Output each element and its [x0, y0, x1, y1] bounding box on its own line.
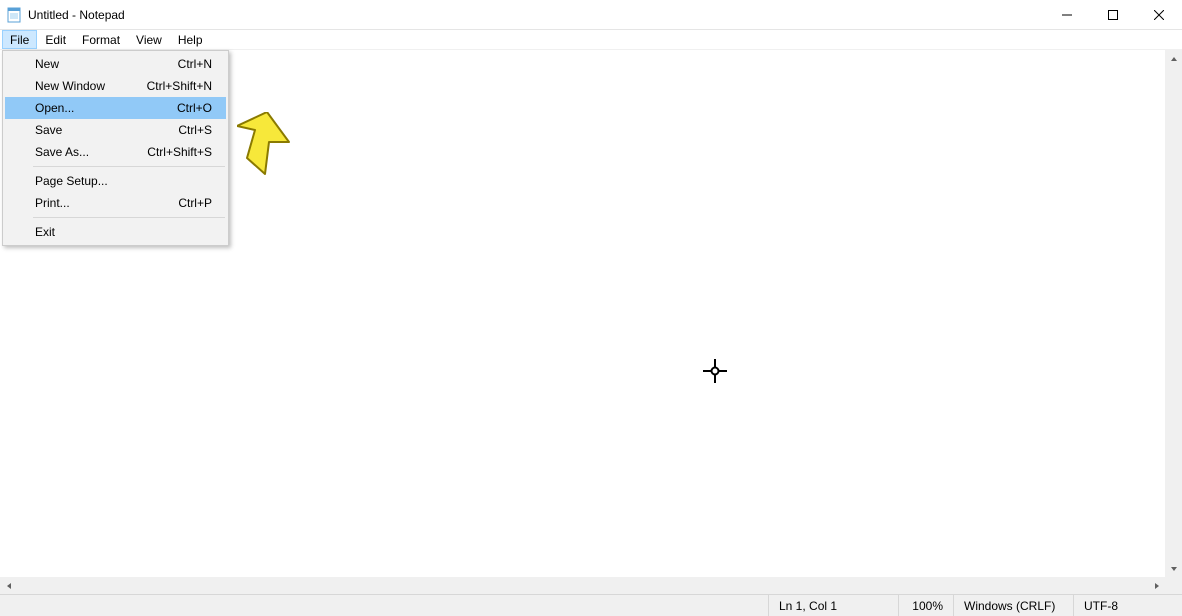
menu-item-new-window[interactable]: New Window Ctrl+Shift+N	[5, 75, 226, 97]
menu-separator	[33, 166, 225, 167]
menu-item-shortcut: Ctrl+Shift+S	[147, 145, 212, 159]
menu-bar: File Edit Format View Help	[0, 30, 1182, 50]
status-encoding: UTF-8	[1074, 595, 1182, 616]
maximize-button[interactable]	[1090, 0, 1136, 29]
status-bar: Ln 1, Col 1 100% Windows (CRLF) UTF-8	[0, 594, 1182, 616]
menu-item-label: Print...	[35, 196, 70, 210]
menu-item-exit[interactable]: Exit	[5, 221, 226, 243]
horizontal-scrollbar[interactable]	[0, 577, 1165, 594]
minimize-button[interactable]	[1044, 0, 1090, 29]
menu-format[interactable]: Format	[74, 30, 128, 49]
scroll-right-arrow-icon[interactable]	[1148, 577, 1165, 594]
scroll-corner	[1165, 577, 1182, 594]
menu-item-label: Open...	[35, 101, 74, 115]
menu-item-save[interactable]: Save Ctrl+S	[5, 119, 226, 141]
status-zoom: 100%	[899, 595, 954, 616]
menu-item-label: Page Setup...	[35, 174, 108, 188]
close-button[interactable]	[1136, 0, 1182, 29]
scroll-left-arrow-icon[interactable]	[0, 577, 17, 594]
menu-item-new[interactable]: New Ctrl+N	[5, 53, 226, 75]
window-controls	[1044, 0, 1182, 29]
vertical-scrollbar[interactable]	[1165, 50, 1182, 577]
menu-item-open[interactable]: Open... Ctrl+O	[5, 97, 226, 119]
menu-item-label: Save As...	[35, 145, 89, 159]
menu-item-shortcut: Ctrl+Shift+N	[147, 79, 212, 93]
status-line-ending: Windows (CRLF)	[954, 595, 1074, 616]
menu-view[interactable]: View	[128, 30, 170, 49]
menu-item-label: Save	[35, 123, 62, 137]
menu-help[interactable]: Help	[170, 30, 211, 49]
menu-item-page-setup[interactable]: Page Setup...	[5, 170, 226, 192]
window-title: Untitled - Notepad	[28, 8, 1044, 22]
title-bar: Untitled - Notepad	[0, 0, 1182, 30]
menu-item-shortcut: Ctrl+S	[178, 123, 212, 137]
menu-item-shortcut: Ctrl+N	[178, 57, 212, 71]
menu-separator	[33, 217, 225, 218]
menu-item-label: Exit	[35, 225, 55, 239]
menu-item-shortcut: Ctrl+O	[177, 101, 212, 115]
menu-item-shortcut: Ctrl+P	[178, 196, 212, 210]
scroll-down-arrow-icon[interactable]	[1165, 560, 1182, 577]
status-spacer	[0, 595, 769, 616]
notepad-icon	[6, 7, 22, 23]
status-line-col: Ln 1, Col 1	[769, 595, 899, 616]
menu-edit[interactable]: Edit	[37, 30, 74, 49]
scroll-up-arrow-icon[interactable]	[1165, 50, 1182, 67]
menu-item-label: New Window	[35, 79, 105, 93]
menu-item-save-as[interactable]: Save As... Ctrl+Shift+S	[5, 141, 226, 163]
menu-item-label: New	[35, 57, 59, 71]
file-menu-dropdown: New Ctrl+N New Window Ctrl+Shift+N Open.…	[2, 50, 229, 246]
menu-file[interactable]: File	[2, 30, 37, 49]
menu-item-print[interactable]: Print... Ctrl+P	[5, 192, 226, 214]
